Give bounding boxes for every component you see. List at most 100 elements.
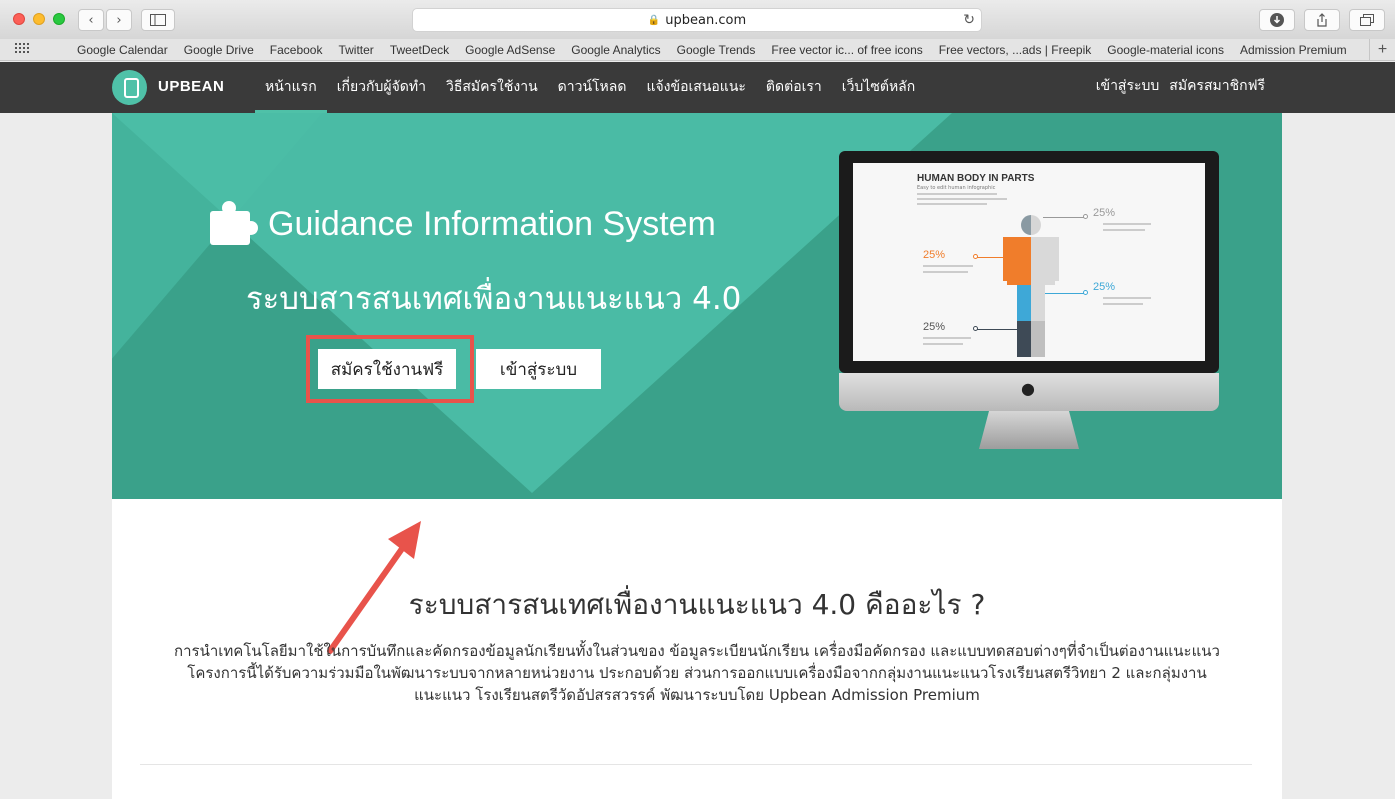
bookmark-item[interactable]: Google Trends — [677, 43, 756, 57]
bookmarks-bar: Google Calendar Google Drive Facebook Tw… — [0, 39, 1395, 61]
text-line — [923, 343, 963, 345]
share-icon — [1317, 13, 1327, 27]
percent-label: 25% — [1093, 281, 1116, 293]
text-line — [917, 203, 987, 205]
section-description: การนำเทคโนโลยีมาใช้ในการบันทึกและคัดกรอง… — [174, 642, 1220, 704]
text-line — [1103, 229, 1145, 231]
sidebar-toggle-button[interactable] — [141, 9, 175, 31]
highlight-box — [306, 335, 474, 403]
close-window-button[interactable] — [13, 13, 25, 25]
nav-login-link[interactable]: เข้าสู่ระบบ — [1096, 62, 1160, 113]
text-line — [923, 271, 968, 273]
nav-item-main-website[interactable]: เว็บไซต์หลัก — [832, 62, 925, 113]
text-line — [917, 193, 997, 195]
upbean-logo-icon[interactable] — [112, 70, 147, 105]
minimize-window-button[interactable] — [33, 13, 45, 25]
text-line — [923, 337, 971, 339]
monitor-image: HUMAN BODY IN PARTS Easy to edit human i… — [839, 151, 1219, 451]
text-line — [923, 265, 973, 267]
new-tab-button[interactable]: + — [1369, 39, 1395, 61]
nav-item-feedback[interactable]: แจ้งข้อเสนอแนะ — [636, 62, 755, 113]
page-content: Guidance Information System ระบบสารสนเทศ… — [112, 113, 1282, 799]
infographic-screen: HUMAN BODY IN PARTS Easy to edit human i… — [853, 163, 1205, 361]
nav-menu: หน้าแรก เกี่ยวกับผู้จัดทำ วิธีสมัครใช้งา… — [255, 62, 925, 113]
text-line — [1103, 303, 1143, 305]
figure-torso-left — [1007, 237, 1031, 285]
downloads-button[interactable] — [1259, 9, 1295, 31]
bookmark-list: Google Calendar Google Drive Facebook Tw… — [77, 43, 1347, 57]
leader-line — [977, 329, 1017, 330]
lock-icon: 🔒 — [647, 14, 661, 26]
sidebar-icon — [150, 14, 166, 26]
nav-item-home[interactable]: หน้าแรก — [255, 62, 327, 113]
leader-dot — [973, 326, 978, 331]
bookmark-item[interactable]: Free vectors, ...ads | Freepik — [939, 43, 1092, 57]
figure-leg-lower-right — [1031, 321, 1045, 357]
bookmark-item[interactable]: TweetDeck — [390, 43, 449, 57]
share-button[interactable] — [1304, 9, 1340, 31]
chevron-left-icon: ‹ — [88, 12, 94, 28]
bookmark-item[interactable]: Google Drive — [184, 43, 254, 57]
hero-title-text: Guidance Information System — [268, 204, 716, 243]
apple-logo-icon: ● — [1021, 379, 1035, 398]
monitor-screen-frame: HUMAN BODY IN PARTS Easy to edit human i… — [839, 151, 1219, 373]
reload-icon[interactable]: ↻ — [963, 12, 975, 28]
nav-item-how-to-register[interactable]: วิธีสมัครใช้งาน — [436, 62, 548, 113]
figure-head — [1021, 215, 1041, 235]
bookmark-item[interactable]: Twitter — [338, 43, 373, 57]
figure-leg-lower-left — [1017, 321, 1031, 357]
figure-arm-right — [1053, 237, 1059, 281]
bookmark-item[interactable]: Admission Premium — [1240, 43, 1347, 57]
top-sites-grid-icon[interactable] — [15, 43, 29, 57]
site-navbar: UPBEAN หน้าแรก เกี่ยวกับผู้จัดทำ วิธีสมั… — [0, 62, 1395, 113]
monitor-stand — [979, 411, 1079, 449]
bookmark-item[interactable]: Facebook — [270, 43, 323, 57]
percent-label: 25% — [923, 321, 946, 333]
infographic-subtitle: Easy to edit human infographic — [917, 185, 996, 191]
login-button[interactable]: เข้าสู่ระบบ — [476, 349, 601, 389]
bookmark-item[interactable]: Free vector ic... of free icons — [771, 43, 922, 57]
leader-line — [977, 257, 1007, 258]
maximize-window-button[interactable] — [53, 13, 65, 25]
figure-torso-right — [1031, 237, 1055, 285]
brand-name[interactable]: UPBEAN — [158, 78, 224, 95]
figure-leg-upper-left — [1017, 285, 1031, 321]
address-bar[interactable]: 🔒 upbean.com ↻ — [412, 8, 982, 32]
tabs-overview-button[interactable] — [1349, 9, 1385, 31]
percent-label: 25% — [1093, 207, 1116, 219]
url-text: upbean.com — [665, 12, 747, 28]
bookmark-item[interactable]: Google-material icons — [1107, 43, 1224, 57]
leader-dot — [973, 254, 978, 259]
hero-banner: Guidance Information System ระบบสารสนเทศ… — [112, 113, 1282, 499]
section-divider — [140, 764, 1252, 765]
plus-icon: + — [1377, 41, 1388, 58]
hero-subtitle: ระบบสารสนเทศเพื่องานแนะแนว 4.0 — [246, 281, 742, 317]
nav-account-links: เข้าสู่ระบบ สมัครสมาชิกฟรี — [1096, 62, 1265, 113]
figure-leg-upper-right — [1031, 285, 1045, 321]
tabs-icon — [1360, 14, 1374, 26]
puzzle-icon — [210, 201, 258, 247]
chevron-right-icon: › — [116, 12, 122, 28]
leader-dot — [1083, 214, 1088, 219]
nav-item-download[interactable]: ดาวน์โหลด — [548, 62, 637, 113]
percent-label: 25% — [923, 249, 946, 261]
back-button[interactable]: ‹ — [78, 9, 104, 31]
download-icon — [1270, 13, 1284, 27]
text-line — [917, 198, 1007, 200]
figure-arm-left — [1003, 237, 1009, 281]
nav-signup-link[interactable]: สมัครสมาชิกฟรี — [1169, 62, 1265, 113]
bookmark-item[interactable]: Google Calendar — [77, 43, 168, 57]
nav-item-about[interactable]: เกี่ยวกับผู้จัดทำ — [327, 62, 436, 113]
browser-toolbar: ‹ › 🔒 upbean.com ↻ — [0, 0, 1395, 39]
bookmark-item[interactable]: Google Analytics — [571, 43, 660, 57]
leader-line — [1043, 217, 1085, 218]
section-title: ระบบสารสนเทศเพื่องานแนะแนว 4.0 คืออะไร ? — [408, 588, 986, 621]
text-line — [1103, 297, 1151, 299]
leader-line — [1045, 293, 1085, 294]
bookmark-item[interactable]: Google AdSense — [465, 43, 555, 57]
browser-window: ‹ › 🔒 upbean.com ↻ Google Calendar Googl… — [0, 0, 1395, 799]
text-line — [1103, 223, 1151, 225]
hero-title: Guidance Information System — [210, 201, 716, 247]
nav-item-contact[interactable]: ติดต่อเรา — [756, 62, 832, 113]
forward-button[interactable]: › — [106, 9, 132, 31]
